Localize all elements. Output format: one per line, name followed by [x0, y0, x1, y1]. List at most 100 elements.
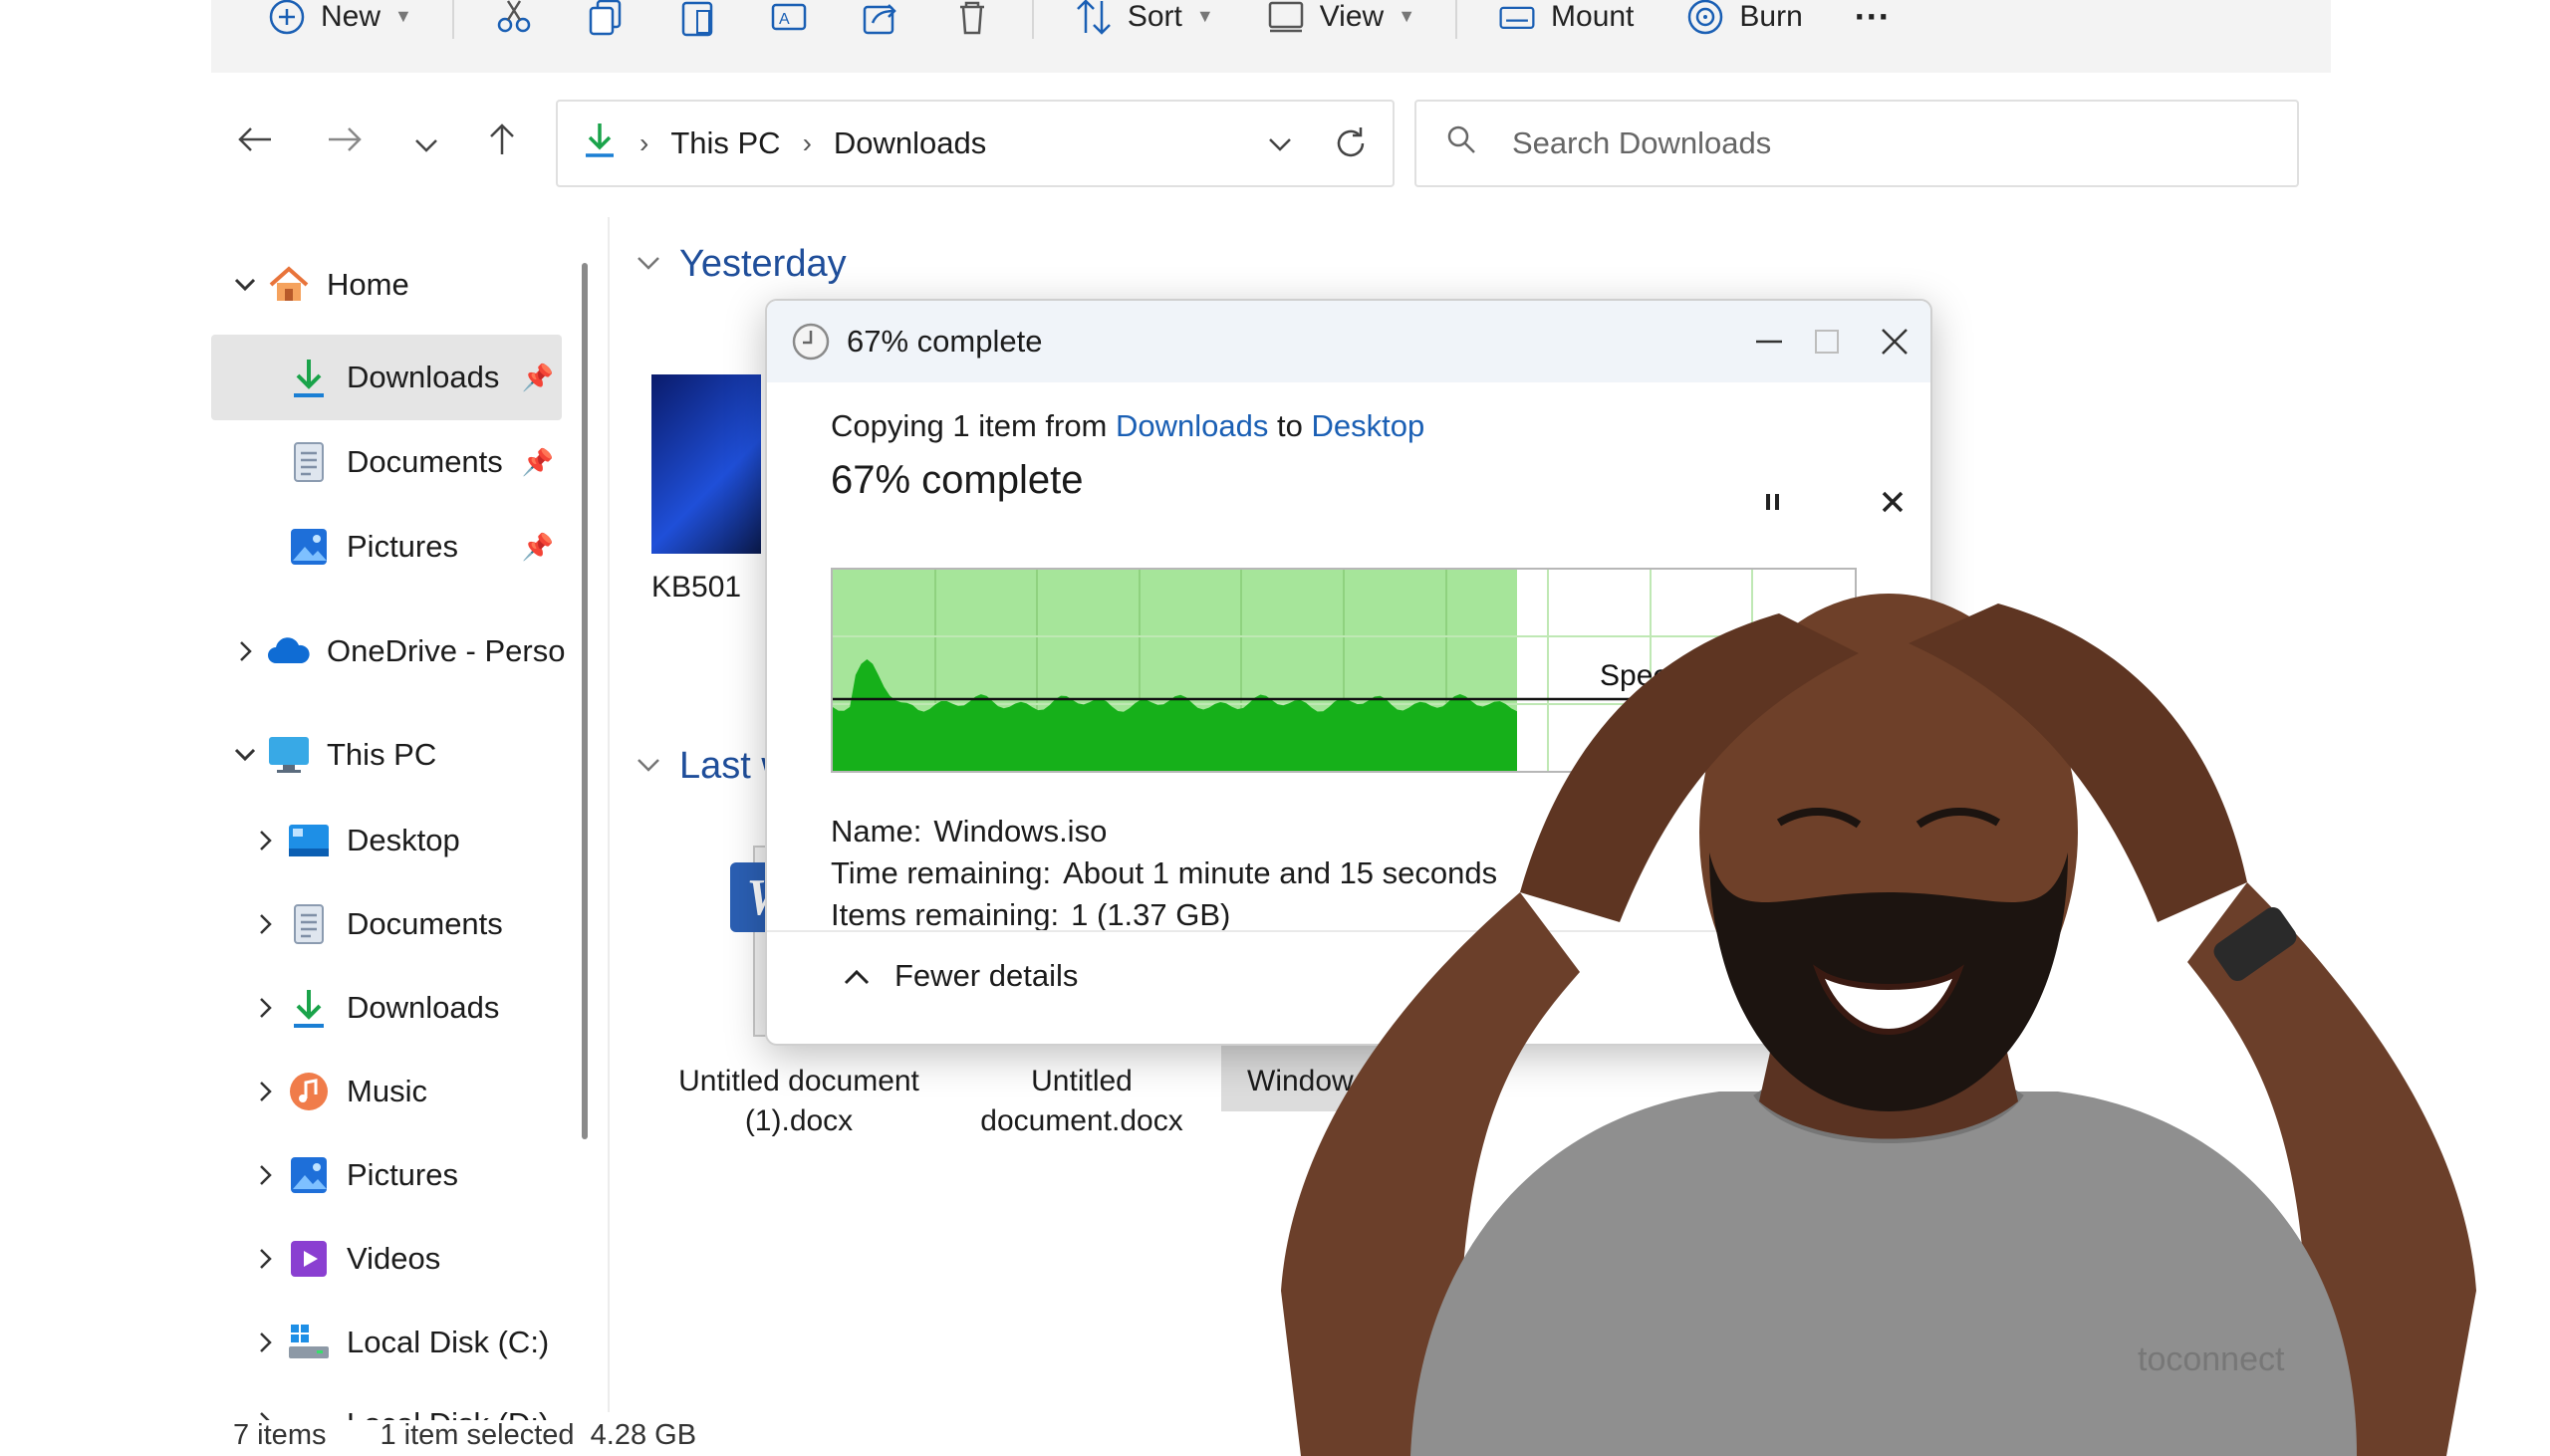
sidebar-item-onedrive[interactable]: OneDrive - Perso [225, 615, 565, 687]
toolbar-divider [1455, 0, 1458, 39]
fewer-details-label: Fewer details [894, 958, 1079, 993]
chevron-right-icon[interactable] [245, 912, 285, 936]
sidebar-item-downloads-pinned[interactable]: Downloads 📌 [285, 342, 554, 413]
chevron-down-icon [413, 124, 439, 163]
pictures-icon [285, 523, 333, 571]
chevron-right-icon[interactable] [245, 1080, 285, 1103]
cut-button[interactable] [468, 0, 560, 45]
chevron-down-icon: ▼ [1398, 6, 1416, 26]
share-button[interactable] [835, 0, 926, 45]
file-tile-untitled[interactable]: Untitled document.docx [952, 1062, 1211, 1141]
forward-button[interactable] [321, 120, 369, 167]
sidebar-item-downloads[interactable]: Downloads [245, 972, 499, 1044]
source-link[interactable]: Downloads [1116, 408, 1268, 443]
toolbar-divider [451, 0, 454, 39]
pause-button[interactable] [1749, 478, 1797, 526]
sidebar-item-this-pc[interactable]: This PC [225, 719, 436, 791]
sidebar-item-documents-pinned[interactable]: Documents 📌 [285, 426, 554, 498]
address-bar[interactable]: › This PC › Downloads [556, 100, 1395, 187]
close-button[interactable] [1867, 317, 1922, 366]
group-header-yesterday[interactable]: Yesterday [636, 243, 847, 286]
chevron-down-icon[interactable] [225, 277, 265, 293]
sidebar-item-pictures[interactable]: Pictures [245, 1139, 458, 1211]
new-button[interactable]: New ▼ [241, 0, 438, 45]
sidebar-scrollbar[interactable] [582, 263, 588, 1139]
chevron-right-icon[interactable] [245, 996, 285, 1020]
recent-locations-button[interactable] [402, 120, 450, 167]
chevron-right-icon: › [639, 127, 649, 158]
maximize-button[interactable] [1799, 317, 1855, 366]
minimize-button[interactable] [1741, 317, 1797, 366]
detail-value: 1 (1.37 GB) [1071, 897, 1231, 932]
destination-link[interactable]: Desktop [1311, 408, 1424, 443]
chevron-down-icon[interactable] [225, 747, 265, 763]
monitor-icon [265, 731, 313, 779]
search-input[interactable] [1512, 125, 2209, 161]
pictures-icon [285, 1151, 333, 1199]
delete-button[interactable] [926, 0, 1018, 45]
up-button[interactable] [478, 120, 526, 167]
chevron-right-icon[interactable] [245, 1247, 285, 1271]
progress-percent: 67% complete [831, 458, 1084, 502]
chevron-right-icon[interactable] [245, 829, 285, 852]
chevron-down-icon: ▼ [1195, 6, 1214, 26]
search-box[interactable] [1414, 100, 2299, 187]
group-label: Yesterday [679, 243, 847, 285]
sidebar-item-videos[interactable]: Videos [245, 1223, 440, 1295]
videos-icon [285, 1235, 333, 1283]
mount-button[interactable]: Mount [1471, 0, 1659, 45]
sidebar-item-label: Music [347, 1074, 427, 1108]
sort-label: Sort [1127, 0, 1182, 33]
sidebar-item-home[interactable]: Home [225, 249, 409, 321]
sidebar-item-desktop[interactable]: Desktop [245, 805, 460, 876]
sidebar-item-pictures-pinned[interactable]: Pictures 📌 [285, 511, 554, 583]
sidebar-item-local-disk-c[interactable]: Local Disk (C:) [245, 1307, 549, 1378]
view-label: View [1319, 0, 1385, 33]
burn-button[interactable]: Burn [1659, 0, 1828, 45]
arrow-right-icon [327, 124, 363, 163]
home-icon [265, 261, 313, 309]
rename-button[interactable]: A [743, 0, 835, 45]
dialog-title-bar[interactable]: 67% complete [767, 301, 1930, 382]
refresh-icon[interactable] [1331, 121, 1371, 173]
hard-drive-icon [285, 1319, 333, 1366]
navigation-pane: Home Downloads 📌 Documents 📌 Pictures 📌 [211, 217, 585, 1420]
more-options-button[interactable]: ··· [1829, 0, 1916, 45]
sidebar-item-documents[interactable]: Documents [245, 888, 503, 960]
pane-divider [608, 217, 610, 1412]
arrow-up-icon [487, 122, 517, 165]
dialog-body: Copying 1 item from Downloads to Desktop… [831, 408, 1904, 932]
sidebar-item-music[interactable]: Music [245, 1056, 427, 1127]
detail-label: Name: [831, 814, 922, 849]
paste-button[interactable] [651, 0, 743, 45]
scissors-icon [494, 0, 534, 37]
sidebar-item-label: OneDrive - Perso [327, 633, 566, 668]
sidebar-item-label: Pictures [347, 1157, 458, 1192]
chevron-right-icon[interactable] [225, 639, 265, 663]
detail-label: Items remaining: [831, 897, 1060, 932]
sort-icon [1074, 0, 1114, 37]
chevron-right-icon[interactable] [245, 1163, 285, 1187]
sidebar-item-label: Downloads [347, 360, 500, 394]
cloud-icon [265, 627, 313, 675]
address-history-button[interactable] [1267, 123, 1293, 171]
cancel-copy-button[interactable] [1869, 478, 1916, 526]
clipboard-icon [677, 0, 717, 37]
fewer-details-button[interactable]: Fewer details [843, 958, 1078, 994]
mount-label: Mount [1551, 0, 1635, 33]
copy-prefix: Copying 1 item from [831, 408, 1116, 443]
item-count: 7 items [233, 1418, 327, 1451]
breadcrumb-downloads[interactable]: Downloads [834, 125, 986, 161]
pin-icon: 📌 [521, 531, 554, 562]
back-button[interactable] [231, 120, 279, 167]
burn-label: Burn [1739, 0, 1803, 33]
copy-button[interactable] [560, 0, 651, 45]
breadcrumb-this-pc[interactable]: This PC [670, 125, 780, 161]
sidebar-item-label: Documents [347, 444, 503, 479]
view-button[interactable]: View ▼ [1240, 0, 1441, 45]
chevron-right-icon[interactable] [245, 1331, 285, 1354]
sort-button[interactable]: Sort ▼ [1048, 0, 1240, 45]
search-icon [1446, 124, 1476, 162]
dialog-title: 67% complete [847, 324, 1043, 359]
new-label: New [321, 0, 382, 33]
